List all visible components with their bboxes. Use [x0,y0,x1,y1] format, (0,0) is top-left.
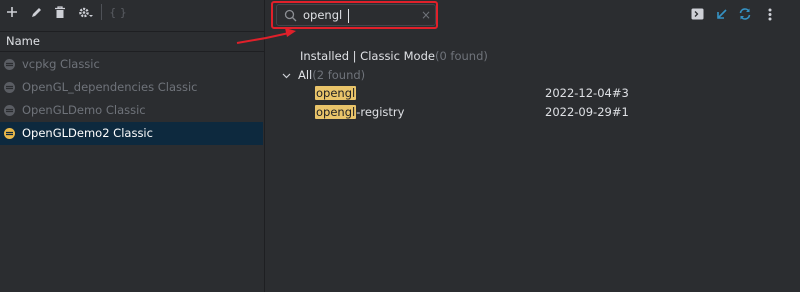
vcpkg-icon [4,82,15,93]
profiles-toolbar: { } [0,0,264,26]
list-item[interactable]: vcpkg Classic [0,53,264,76]
all-count: (2 found) [312,68,366,82]
list-item-selected[interactable]: OpenGLDemo2 Classic [0,122,263,145]
vcpkg-icon [4,59,15,70]
chevron-down-icon[interactable] [282,72,298,82]
package-version: 2022-12-04#3 [545,86,629,100]
profiles-list: vcpkg Classic OpenGL_dependencies Classi… [0,53,264,145]
gear-icon[interactable] [76,3,94,21]
package-version: 2022-09-29#1 [545,105,629,119]
json-icon[interactable]: { } [108,3,128,21]
installed-count: (0 found) [434,49,488,63]
installed-status: Installed | Classic Mode(0 found) [300,49,488,63]
package-row[interactable]: opengl-registry [315,104,404,121]
list-item[interactable]: OpenGL_dependencies Classic [0,76,264,99]
search-match: opengl [315,86,357,100]
trash-icon[interactable] [51,3,69,21]
list-item[interactable]: OpenGLDemo Classic [0,99,264,122]
vcpkg-icon [4,105,15,116]
package-row[interactable]: opengl [315,85,357,102]
list-item-label: OpenGLDemo Classic [22,103,146,117]
add-icon[interactable] [3,3,21,21]
annotation-highlight-box [271,1,438,29]
profiles-panel: { } Name vcpkg Classic OpenGL_dependenci… [0,0,264,292]
terminal-icon[interactable] [689,6,705,22]
toolbar-separator [101,4,102,20]
installed-label: Installed | Classic Mode [300,49,435,63]
refresh-icon[interactable] [737,6,753,22]
vcpkg-icon [4,128,15,139]
package-name-rest: -registry [356,105,405,119]
pencil-icon[interactable] [27,3,45,21]
name-column-header[interactable]: Name [0,31,264,52]
packages-panel: × Installed | Classic Mode(0 found) All(… [265,0,800,292]
list-item-label: vcpkg Classic [22,57,100,71]
all-tree-node[interactable]: All(2 found) [282,68,365,82]
list-item-label: OpenGL_dependencies Classic [22,80,198,94]
import-icon[interactable] [713,6,729,22]
list-item-label: OpenGLDemo2 Classic [22,126,153,140]
more-icon[interactable] [762,6,778,22]
all-label: All [298,68,313,82]
search-match: opengl [315,105,357,119]
